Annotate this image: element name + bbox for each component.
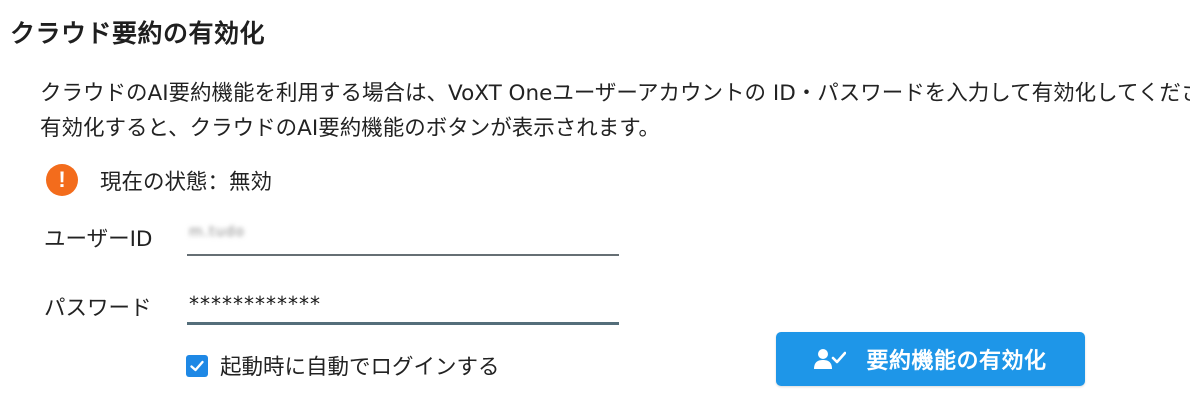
description-line-1: クラウドのAI要約機能を利用する場合は、VoXT Oneユーザーアカウントの I… — [40, 81, 1190, 106]
description-line-2: 有効化すると、クラウドのAI要約機能のボタンが表示されます。 — [40, 116, 661, 141]
warning-icon: ! — [46, 164, 78, 196]
enable-summary-button-label: 要約機能の有効化 — [866, 349, 1047, 374]
user-check-icon — [814, 348, 847, 370]
status-row: ! 現在の状態：無効 — [46, 164, 272, 196]
enable-summary-button[interactable]: 要約機能の有効化 — [776, 332, 1085, 386]
user-id-field[interactable]: m.tudo — [187, 214, 619, 256]
user-id-value: m.tudo — [189, 224, 245, 240]
password-field[interactable]: ************ — [187, 282, 619, 325]
status-text: 現在の状態：無効 — [100, 169, 273, 195]
auto-login-checkbox[interactable] — [186, 354, 208, 377]
page-title: クラウド要約の有効化 — [10, 19, 266, 48]
user-id-label: ユーザーID — [44, 227, 153, 252]
checkmark-icon — [190, 360, 204, 371]
password-value: ************ — [189, 292, 321, 316]
auto-login-option[interactable]: 起動時に自動でログインする — [186, 350, 500, 381]
auto-login-label: 起動時に自動でログインする — [220, 355, 500, 380]
description: クラウドのAI要約機能を利用する場合は、VoXT Oneユーザーアカウントの I… — [40, 76, 1190, 146]
password-label: パスワード — [44, 296, 152, 321]
